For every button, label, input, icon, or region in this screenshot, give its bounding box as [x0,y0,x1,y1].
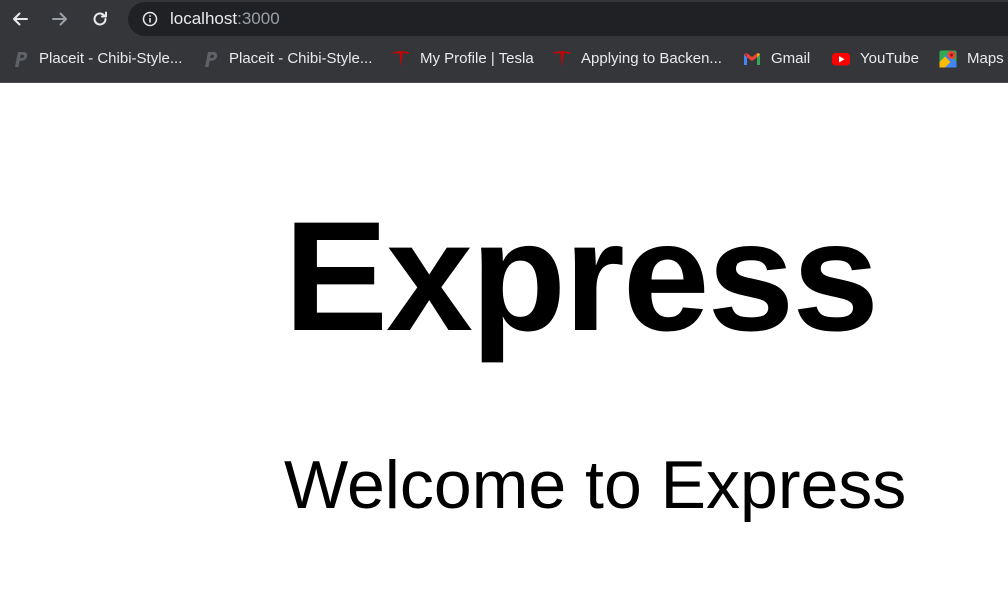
back-arrow-icon [13,12,28,26]
welcome-text: Welcome to Express [284,447,907,523]
maps-icon [938,49,958,69]
bookmark-maps[interactable]: Maps [938,48,1004,70]
info-icon[interactable] [142,11,158,27]
reload-button[interactable] [86,5,114,33]
bookmark-label: Applying to Backen... [581,50,722,67]
bookmark-tesla-profile[interactable]: My Profile | Tesla [391,48,534,70]
bookmark-label: My Profile | Tesla [420,50,534,67]
placeit-icon [200,49,220,69]
forward-arrow-icon [52,12,67,26]
reload-icon [93,11,107,26]
tesla-icon [552,49,572,69]
bookmark-label: Maps [967,50,1004,67]
bookmark-gmail[interactable]: Gmail [742,48,810,70]
page-content: Express Welcome to Express [0,83,1008,613]
bookmark-youtube[interactable]: YouTube [831,48,919,70]
page-title: Express [284,190,879,364]
url-port: :3000 [237,9,280,28]
tesla-icon [391,49,411,69]
bookmark-tesla-applying[interactable]: Applying to Backen... [552,48,722,70]
bookmark-label: YouTube [860,50,919,67]
browser-toolbar: localhost:3000 [0,0,1008,38]
back-button[interactable] [6,5,34,33]
bookmarks-bar: Placeit - Chibi-Style... Placeit - Chibi… [0,38,1008,83]
url-host: localhost [170,9,238,28]
bookmark-label: Placeit - Chibi-Style... [229,50,373,67]
bookmark-label: Placeit - Chibi-Style... [39,50,183,67]
address-bar[interactable]: localhost:3000 [128,2,1008,36]
bookmark-label: Gmail [771,50,811,67]
bookmark-placeit-1[interactable]: Placeit - Chibi-Style... [10,48,182,70]
placeit-icon [10,49,30,69]
bookmark-placeit-2[interactable]: Placeit - Chibi-Style... [200,48,372,70]
gmail-icon [742,49,762,69]
url-text[interactable]: localhost:3000 [170,9,280,29]
youtube-icon [831,49,851,69]
forward-button[interactable] [46,5,74,33]
